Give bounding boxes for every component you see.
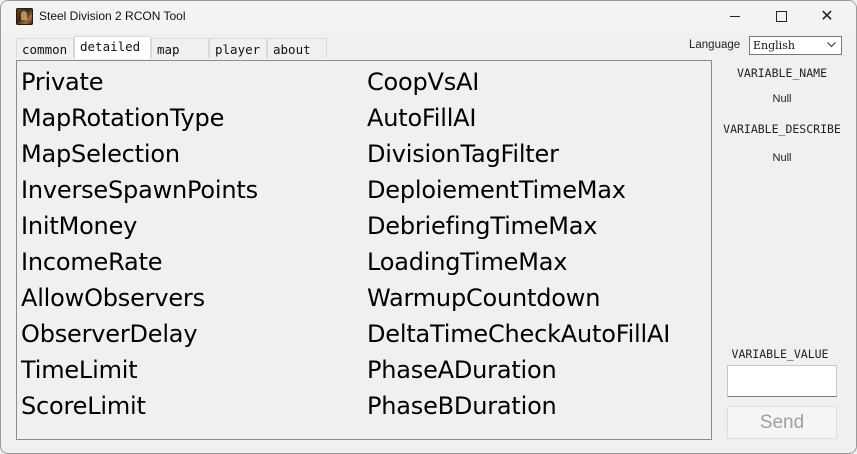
variable-name-label: VARIABLE_NAME (736, 66, 827, 80)
tab-about[interactable]: about (267, 38, 327, 58)
close-button[interactable]: ✕ (804, 1, 850, 31)
language-label: Language (689, 39, 741, 51)
variable-item[interactable]: DebriefingTimeMax (367, 208, 707, 244)
variable-item[interactable]: PhaseBDuration (367, 388, 707, 424)
variable-item[interactable]: InitMoney (21, 208, 361, 244)
variable-item[interactable]: ObserverDelay (21, 316, 361, 352)
variable-item[interactable]: DeploiementTimeMax (367, 172, 707, 208)
variable-list-panel: Private MapRotationType MapSelection Inv… (16, 60, 712, 440)
tab-map[interactable]: map (151, 38, 209, 58)
send-button[interactable]: Send (727, 406, 837, 439)
minimize-icon (730, 15, 740, 17)
variable-item[interactable]: AutoFillAI (367, 100, 707, 136)
minimize-button[interactable] (712, 1, 758, 31)
variable-item[interactable]: MapRotationType (21, 100, 361, 136)
variable-item[interactable]: PhaseADuration (367, 352, 707, 388)
tab-player[interactable]: player (209, 38, 267, 58)
variable-item[interactable]: Private (21, 64, 361, 100)
chevron-down-icon (827, 42, 836, 48)
maximize-button[interactable] (758, 1, 804, 31)
variable-value-input[interactable] (727, 365, 837, 397)
variable-item[interactable]: MapSelection (21, 136, 361, 172)
language-selected-value: English (753, 39, 795, 52)
variable-item[interactable]: LoadingTimeMax (367, 244, 707, 280)
app-window: Steel Division 2 RCON Tool ✕ common deta… (0, 0, 857, 454)
variable-item[interactable]: IncomeRate (21, 244, 361, 280)
variable-item[interactable]: DivisionTagFilter (367, 136, 707, 172)
variable-describe-label: VARIABLE_DESCRIBE (723, 122, 841, 136)
variable-column-left: Private MapRotationType MapSelection Inv… (21, 64, 361, 424)
variable-item[interactable]: InverseSpawnPoints (21, 172, 361, 208)
maximize-icon (775, 10, 787, 22)
tab-common[interactable]: common (16, 38, 74, 58)
variable-item[interactable]: DeltaTimeCheckAutoFillAI (367, 316, 707, 352)
variable-column-right: CoopVsAI AutoFillAI DivisionTagFilter De… (367, 64, 707, 424)
tab-detailed[interactable]: detailed (74, 36, 151, 59)
variable-item[interactable]: AllowObservers (21, 280, 361, 316)
app-logo-icon (16, 8, 33, 25)
variable-item[interactable]: TimeLimit (21, 352, 361, 388)
variable-describe-value: Null (772, 152, 792, 164)
close-icon: ✕ (820, 6, 834, 25)
variable-item[interactable]: CoopVsAI (367, 64, 707, 100)
title-bar[interactable]: Steel Division 2 RCON Tool ✕ (1, 1, 856, 33)
variable-name-value: Null (772, 93, 792, 105)
variable-value-label: VARIABLE_VALUE (731, 347, 829, 361)
variable-item[interactable]: WarmupCountdown (367, 280, 707, 316)
language-select[interactable]: English (749, 36, 842, 55)
window-title: Steel Division 2 RCON Tool (39, 9, 186, 23)
variable-item[interactable]: ScoreLimit (21, 388, 361, 424)
